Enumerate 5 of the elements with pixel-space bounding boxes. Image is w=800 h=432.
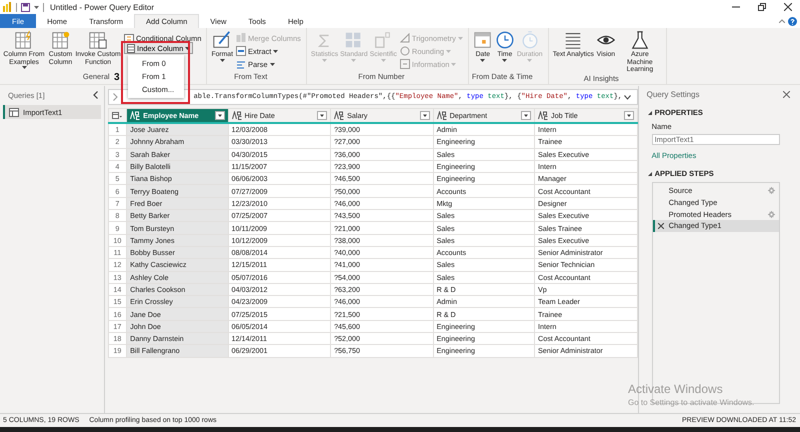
notice-title: Activate Windows (628, 382, 724, 396)
panel-title: Query Settings (646, 90, 700, 99)
window-title: Untitled - Power Query Editor (50, 2, 154, 12)
notice-text: Go to Settings to activate Windows. (628, 398, 754, 407)
step-number: 3 (114, 73, 120, 83)
